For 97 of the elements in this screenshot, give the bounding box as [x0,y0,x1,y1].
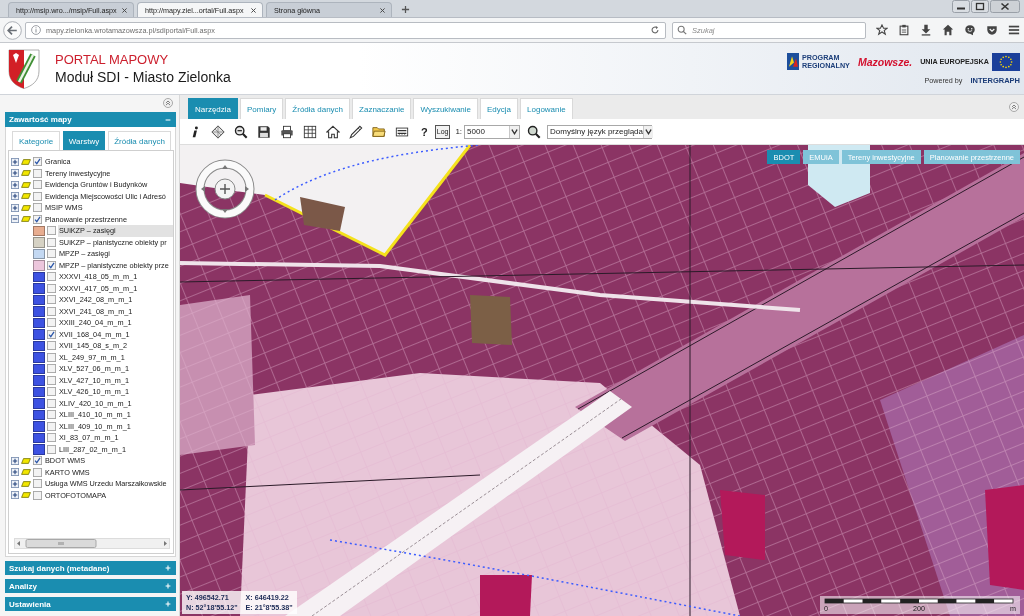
checkbox[interactable] [47,398,56,408]
checkbox[interactable] [47,444,56,454]
program-logo-icon [787,53,799,70]
home-icon[interactable] [942,24,954,36]
tab[interactable]: Źródła danych [285,98,351,119]
smiley-icon[interactable] [964,24,976,36]
close-icon[interactable] [379,6,386,14]
diamond-icon[interactable] [211,124,225,139]
tab[interactable]: Warstwy [63,131,105,150]
tab[interactable]: Źródła danych [108,131,171,150]
checkbox[interactable] [47,352,56,362]
portal-subtitle: Moduł SDI - Miasto Zielonka [55,67,231,86]
accordion-header[interactable]: Zawartość mapy [5,112,176,127]
star-icon[interactable] [876,24,888,36]
checkbox[interactable] [47,237,56,247]
zoom-icon[interactable] [234,124,248,139]
maximize-icon[interactable] [971,0,989,13]
plus-icon[interactable] [11,180,19,189]
accordion-header[interactable]: Ustawienia [5,597,176,611]
checkbox[interactable] [33,467,42,477]
eu-flag-icon [992,52,1020,71]
checkbox[interactable] [47,387,56,397]
checkbox[interactable] [47,318,56,328]
checkbox[interactable] [33,214,42,224]
minimize-icon[interactable] [952,0,970,13]
checkbox[interactable] [47,260,56,270]
plus-icon[interactable] [11,203,19,212]
checkbox[interactable] [47,364,56,374]
checkbox[interactable] [33,191,42,201]
tab[interactable]: Edycja [480,98,519,119]
caret-icon[interactable] [643,125,654,138]
scale-bar-icon[interactable] [395,124,409,139]
tab[interactable]: Logowanie [520,98,573,119]
minus-icon[interactable] [11,215,19,224]
checkbox[interactable] [47,306,56,316]
close-icon[interactable] [250,6,257,14]
checkbox[interactable] [33,490,42,500]
checkbox[interactable] [33,168,42,178]
checkbox[interactable] [47,283,56,293]
navigation-ring-icon[interactable] [195,159,255,219]
help-button[interactable]: ? [421,125,428,138]
checkbox[interactable] [47,329,56,339]
close-icon[interactable] [121,6,128,14]
checkbox[interactable] [47,421,56,431]
search-icon [677,25,687,35]
checkbox[interactable] [47,249,56,259]
scale-label: 1: [455,127,463,136]
pocket-icon[interactable] [986,24,998,36]
checkbox[interactable] [33,203,42,213]
table-icon[interactable] [303,124,317,139]
checkbox[interactable] [47,433,56,443]
portal-title: PORTAL MAPOWY [55,51,170,68]
plus-icon[interactable] [11,491,19,500]
checkbox[interactable] [33,456,42,466]
plus-icon[interactable] [11,192,19,201]
plus-icon[interactable] [11,479,19,488]
tab[interactable]: Wyszukiwanie [413,98,479,119]
checkbox[interactable] [47,375,56,385]
tab[interactable]: Narzędzia [188,98,238,119]
home-icon[interactable] [326,124,340,139]
checkbox[interactable] [47,272,56,282]
back-icon[interactable] [3,20,22,40]
accordion-header[interactable]: Analizy [5,579,176,593]
save-icon[interactable] [257,124,271,139]
plus-icon[interactable] [11,169,19,178]
tab[interactable]: Kategorie [12,131,60,150]
tab[interactable]: Zaznaczanie [352,98,412,119]
zoom-icon[interactable] [527,124,542,139]
print-icon[interactable] [280,124,294,139]
language-select[interactable]: Domyślny język przegląda [547,124,653,139]
clipboard-icon[interactable] [898,24,910,36]
new-tab-icon[interactable] [401,5,410,14]
pencil-icon[interactable] [349,124,363,139]
plus-icon[interactable] [11,157,19,166]
download-icon[interactable] [920,24,932,36]
checkbox[interactable] [47,410,56,420]
scale-select[interactable]: 5000 [464,124,521,139]
checkbox[interactable] [33,157,42,167]
close-icon[interactable] [990,0,1020,13]
horizontal-scrollbar[interactable] [14,538,170,549]
shield-logo-icon [8,48,40,89]
caret-icon[interactable] [509,125,520,138]
plus-icon[interactable] [11,456,19,465]
region-logo-text: Mazowsze. [857,55,913,68]
collapse-icon[interactable] [163,98,173,108]
tab[interactable]: Pomiary [240,98,284,119]
checkbox[interactable] [47,295,56,305]
collapse-icon[interactable] [1009,102,1019,112]
checkbox[interactable] [47,226,56,236]
checkbox[interactable] [33,180,42,190]
reload-icon[interactable] [650,25,660,35]
checkbox[interactable] [47,341,56,351]
menu-icon[interactable] [1008,24,1020,36]
accordion-header[interactable]: Szukaj danych (metadane) [5,561,176,575]
checkbox[interactable] [33,479,42,489]
folder-icon[interactable] [372,124,386,139]
plus-icon[interactable] [11,468,19,477]
